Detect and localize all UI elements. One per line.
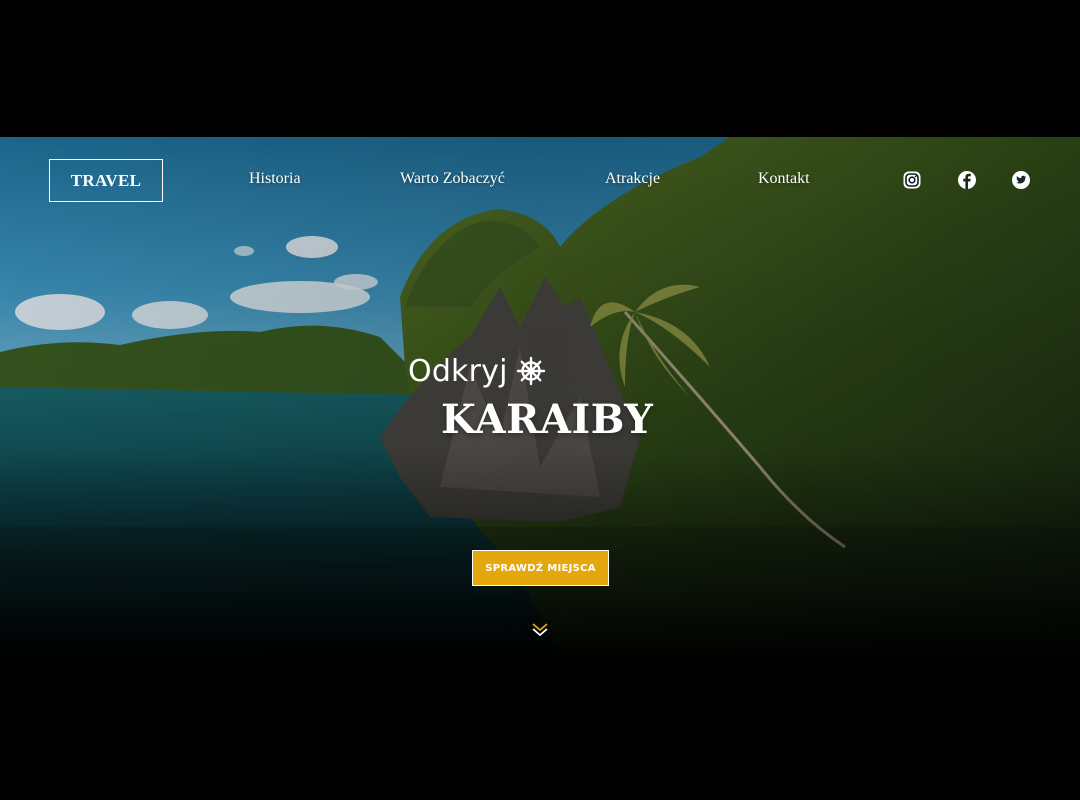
hero-tagline: Odkryj	[408, 352, 546, 390]
logo-link[interactable]: TRAVEL	[49, 159, 163, 202]
check-places-button[interactable]: SPRAWDŹ MIEJSCA	[472, 550, 609, 586]
nav-link-kontakt[interactable]: Kontakt	[758, 170, 810, 188]
instagram-icon[interactable]	[902, 170, 922, 190]
nav-link-warto-zobaczyc[interactable]: Warto Zobaczyć	[400, 170, 505, 188]
twitter-icon[interactable]	[1011, 170, 1031, 190]
tagline-text: Odkryj	[408, 353, 508, 389]
double-chevron-down-icon[interactable]	[531, 622, 549, 638]
nav-link-atrakcje[interactable]: Atrakcje	[605, 170, 660, 188]
hero-headline: KARAIBY	[441, 396, 654, 443]
facebook-icon[interactable]	[957, 170, 977, 190]
nav-link-historia[interactable]: Historia	[249, 170, 301, 188]
ship-wheel-icon	[516, 356, 545, 386]
